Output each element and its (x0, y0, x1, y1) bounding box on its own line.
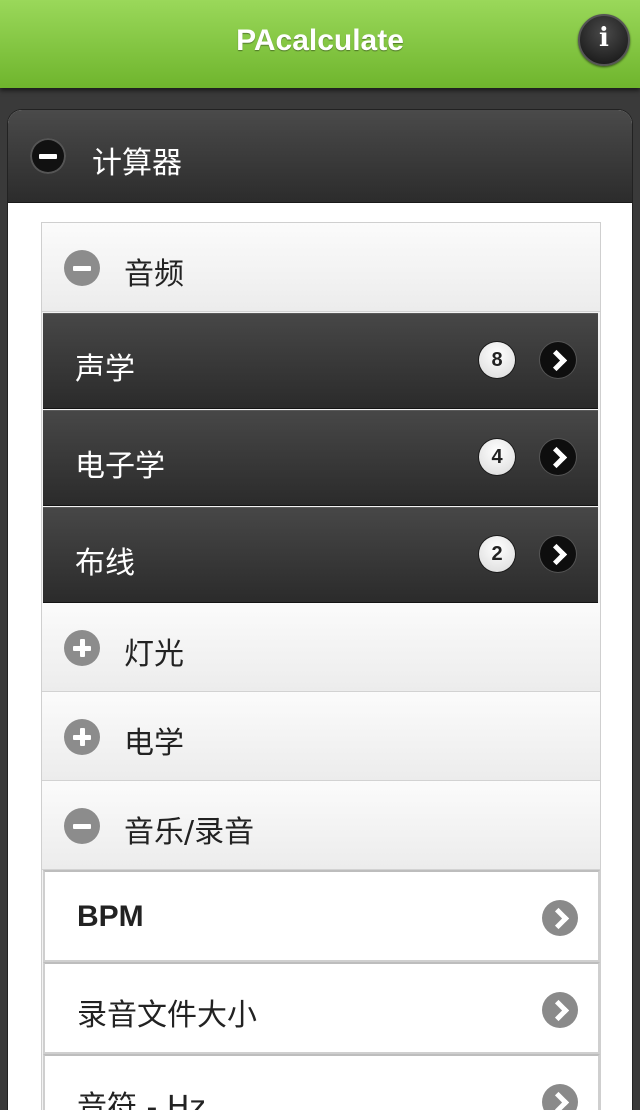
list-item-acoustics[interactable]: 声学 8 (43, 313, 598, 409)
group-label: 灯光 (124, 637, 184, 672)
chevron-right-icon[interactable] (542, 992, 578, 1028)
chevron-right-icon[interactable] (540, 342, 576, 378)
minus-icon (64, 808, 100, 844)
plus-icon (64, 630, 100, 666)
list-item-note-hz[interactable]: 音符 - Hz (43, 1054, 600, 1110)
list-item-label: 录音文件大小 (77, 998, 257, 1033)
list-item-wiring[interactable]: 布线 2 (43, 507, 598, 603)
calculator-panel: 计算器 音频 声学 8 电子学 4 布线 2 灯光 电学 音乐/录音 BPM 录… (8, 110, 632, 1110)
group-electrical-header[interactable]: 电学 (42, 692, 600, 781)
count-badge: 8 (479, 342, 515, 378)
list-item-label: 电子学 (75, 449, 165, 484)
app-header: PAcalculate i (0, 0, 640, 88)
category-list: 音频 声学 8 电子学 4 布线 2 灯光 电学 音乐/录音 BPM 录音文件大… (41, 222, 601, 1110)
plus-icon (64, 719, 100, 755)
panel-title: 计算器 (92, 146, 182, 181)
list-item-electronics[interactable]: 电子学 4 (43, 410, 598, 506)
list-item-label: 声学 (75, 352, 135, 387)
app-title: PAcalculate (236, 24, 404, 57)
group-audio-header[interactable]: 音频 (42, 223, 600, 312)
chevron-right-icon[interactable] (542, 900, 578, 936)
list-item-bpm[interactable]: BPM (43, 870, 600, 962)
list-item-label: 布线 (75, 546, 135, 581)
list-item-label: BPM (77, 900, 144, 933)
info-icon: i (599, 23, 609, 53)
group-label: 电学 (124, 726, 184, 761)
chevron-right-icon[interactable] (542, 1084, 578, 1110)
info-button[interactable]: i (578, 14, 630, 66)
list-item-recording-file-size[interactable]: 录音文件大小 (43, 962, 600, 1054)
count-badge: 2 (479, 536, 515, 572)
group-music-recording-header[interactable]: 音乐/录音 (42, 781, 600, 870)
chevron-right-icon[interactable] (540, 439, 576, 475)
minus-icon (30, 138, 66, 174)
group-label: 音频 (124, 257, 184, 292)
list-item-label: 音符 - Hz (77, 1090, 206, 1110)
group-lighting-header[interactable]: 灯光 (42, 603, 600, 692)
minus-icon (64, 250, 100, 286)
group-label: 音乐/录音 (124, 815, 255, 850)
chevron-right-icon[interactable] (540, 536, 576, 572)
calculator-collapsible-header[interactable]: 计算器 (8, 110, 632, 203)
count-badge: 4 (479, 439, 515, 475)
